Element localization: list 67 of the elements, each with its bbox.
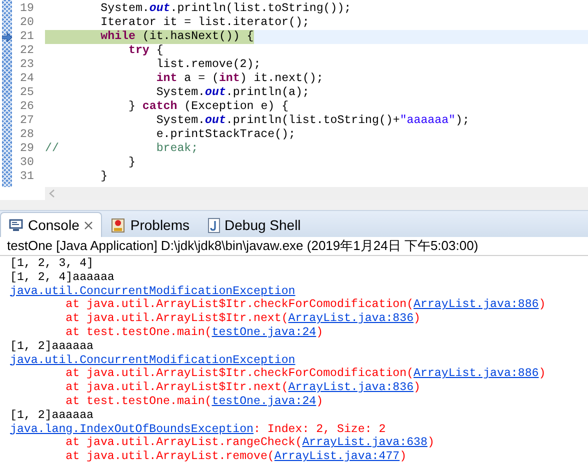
line-number: 25 [19, 86, 35, 100]
source-link[interactable]: java.lang.IndexOutOfBoundsException [10, 422, 254, 436]
console-text: at java.util.ArrayList.rangeCheck( [64, 436, 302, 450]
code-line: } [100, 170, 108, 184]
source-link[interactable]: ArrayList.java:638 [302, 436, 428, 450]
chevron-left-icon[interactable] [49, 189, 55, 198]
horizontal-scrollbar[interactable] [45, 187, 588, 200]
close-icon[interactable] [84, 220, 94, 230]
code-line: Iterator it = list.iterator(); [100, 16, 310, 30]
code-line: int a = (int) it.next(); [155, 72, 324, 86]
line-number: 22 [19, 44, 35, 58]
line-number: 26 [19, 100, 35, 114]
code-line: System.out.println(a); [155, 86, 310, 100]
source-link[interactable]: ArrayList.java:886 [414, 367, 539, 380]
line-number: 20 [19, 16, 35, 30]
code-line: try { [127, 44, 164, 58]
console-text: ) [427, 436, 434, 450]
monitor-icon [9, 218, 23, 232]
console-text: ) [538, 298, 546, 312]
problems-icon [111, 218, 126, 232]
line-number: 21 [19, 30, 35, 44]
code-line: System.out.println(list.toString()+"aaaaaa"); [155, 114, 470, 128]
source-link[interactable]: ArrayList.java:836 [288, 312, 414, 326]
console-text: [1, 2]aaaaaa [10, 408, 94, 422]
source-link[interactable]: testOne.java:24 [212, 394, 316, 408]
source-link[interactable]: java.util.ConcurrentModificationException [10, 354, 296, 367]
source-link[interactable]: ArrayList.java:836 [288, 381, 414, 394]
code-line: // break; [45, 142, 198, 156]
code-line: e.printStackTrace(); [155, 128, 296, 142]
view-tab[interactable]: Debug Shell [198, 212, 310, 237]
line-number: 29 [19, 142, 35, 156]
line-number: 19 [19, 2, 35, 16]
line-number: 28 [19, 128, 35, 142]
line-number: 30 [19, 156, 35, 170]
console-text: [1, 2]aaaaaa [10, 340, 94, 353]
console-text: ) [316, 326, 324, 339]
console-text: ) [414, 312, 420, 326]
console-text: : Index: 2, Size: 2 [254, 422, 386, 436]
line-number: 24 [19, 72, 35, 86]
source-link[interactable]: java.util.ConcurrentModificationException [10, 284, 296, 298]
console-text: ) [316, 394, 324, 408]
console-text: ) [538, 367, 546, 380]
console-text: at java.util.ArrayList$Itr.checkForComodification( [64, 298, 414, 312]
code-line: list.remove(2); [155, 58, 261, 72]
line-number: 27 [19, 114, 35, 128]
console-text: [1, 2, 4]aaaaaa [10, 270, 114, 284]
source-link[interactable]: ArrayList.java:477 [274, 450, 400, 464]
console-text: at java.util.ArrayList$Itr.next( [64, 312, 288, 326]
console-text: ) [414, 381, 420, 394]
console-text: at java.util.ArrayList$Itr.checkForComodification( [64, 367, 414, 380]
console-title: testOne [Java Application] D:\jdk\jdk8\bin\javaw.exe (2019年1月24日 下午5:03:00) [0, 237, 588, 256]
line-number: 23 [19, 58, 35, 72]
source-link[interactable]: ArrayList.java:886 [414, 298, 539, 312]
console-text: at test.testOne.main( [64, 394, 212, 408]
source-link[interactable]: testOne.java:24 [212, 326, 316, 339]
console-text: at java.util.ArrayList$Itr.next( [64, 381, 288, 394]
code-line: } catch (Exception e) { [127, 100, 289, 114]
code-line: } [127, 156, 136, 170]
console-text: [1, 2, 3, 4] [10, 257, 94, 270]
line-number: 31 [19, 170, 35, 184]
console-text: ) [400, 450, 407, 464]
console-text: at java.util.ArrayList.remove( [64, 450, 274, 464]
view-tab[interactable]: Console [0, 212, 102, 237]
java-file-icon [208, 218, 220, 232]
view-tab[interactable]: Problems [102, 212, 199, 237]
code-line: System.out.println(list.toString()); [100, 2, 352, 16]
console-text: at test.testOne.main( [64, 326, 212, 339]
